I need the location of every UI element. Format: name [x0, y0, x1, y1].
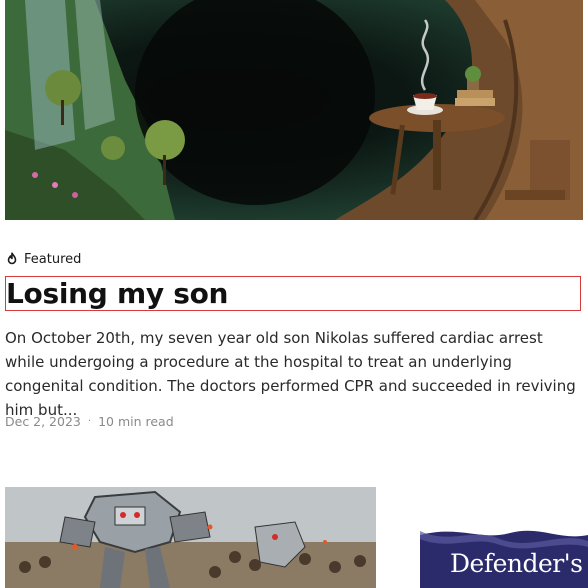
post-title-link[interactable]: Losing my son: [5, 276, 581, 311]
post-thumbnail-book-cover[interactable]: Defender's Qu: [420, 521, 588, 588]
featured-label: Featured: [24, 251, 82, 267]
hero-illustration: [5, 0, 583, 220]
post-date: Dec 2, 2023: [5, 414, 81, 429]
post-thumbnail-robot-battle[interactable]: [5, 487, 376, 588]
post-title[interactable]: Losing my son: [6, 279, 228, 308]
post-meta: Dec 2, 2023 · 10 min read: [5, 414, 174, 429]
post-excerpt: On October 20th, my seven year old son N…: [5, 329, 576, 419]
read-time: 10 min read: [98, 414, 174, 429]
hero-image[interactable]: [5, 0, 583, 220]
featured-badge: Featured: [5, 250, 81, 268]
book-cover-title: Defender's Qu: [450, 549, 588, 578]
flame-icon: [5, 252, 19, 266]
meta-separator: ·: [87, 416, 92, 427]
robot-battle-illustration: [5, 487, 376, 588]
